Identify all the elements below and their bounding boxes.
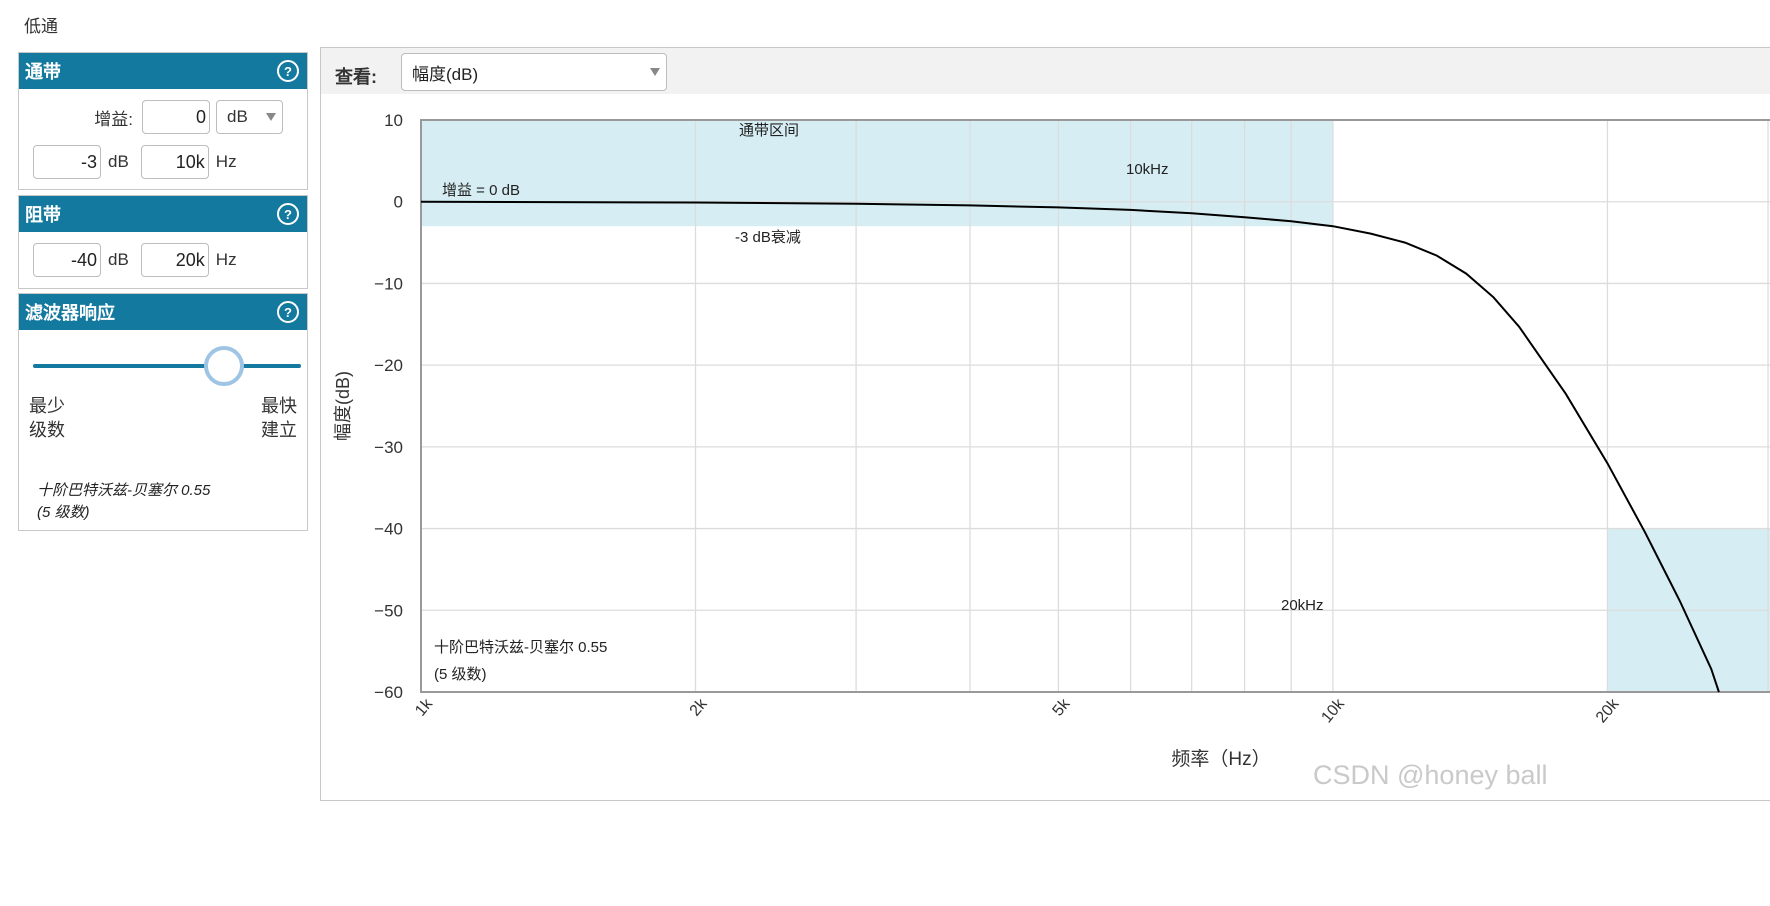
response-title: 滤波器响应 <box>25 303 115 323</box>
slider-right-label-2: 建立 <box>261 420 297 440</box>
filter-stages-label: (5 级数) <box>434 666 487 683</box>
freq-20k-label: 20kHz <box>1281 597 1324 614</box>
y-axis-title: 幅度(dB) <box>333 371 353 441</box>
x-tick-label: 2k <box>687 695 712 720</box>
stopband-title: 阻带 <box>25 205 61 225</box>
response-slider-handle[interactable] <box>204 346 244 386</box>
stopband-atten-input[interactable]: -40 <box>33 243 101 277</box>
passband-panel: 通带 ? 增益: 0 dB -3 dB 10k Hz <box>18 52 308 190</box>
gain-unit-value: dB <box>227 107 248 126</box>
passband-freq-input[interactable]: 10k <box>140 145 209 179</box>
response-panel: 滤波器响应 ? 最少 级数 最快 建立 十阶巴特沃兹-贝塞尔 0.55 (5 级… <box>18 293 308 531</box>
stopband-freq-unit: Hz <box>215 250 237 269</box>
y-tick-label: −50 <box>374 601 403 620</box>
passband-header: 通带 ? <box>19 53 307 89</box>
y-tick-label: 10 <box>384 111 403 130</box>
filter-desc-name: 十阶巴特沃兹-贝塞尔 0.55 <box>37 482 211 499</box>
x-tick-label: 10k <box>1318 695 1348 726</box>
help-icon[interactable]: ? <box>277 301 299 323</box>
stopband-header: 阻带 ? <box>19 196 307 232</box>
y-tick-label: −60 <box>374 683 403 702</box>
stopband-freq-input[interactable]: 20k <box>140 243 209 277</box>
gain-unit-select[interactable]: dB <box>216 100 283 134</box>
stopband-atten-unit: dB <box>108 250 129 269</box>
help-icon[interactable]: ? <box>277 203 299 225</box>
response-header: 滤波器响应 ? <box>19 294 307 330</box>
stopband-panel: 阻带 ? -40 dB 20k Hz <box>18 195 308 289</box>
x-tick-label: 1k <box>412 695 437 720</box>
passband-atten-unit: dB <box>108 152 129 171</box>
passband-region-label: 通带区间 <box>739 122 799 139</box>
watermark: CSDN @honey ball <box>1313 760 1548 790</box>
filter-desc-stages: (5 级数) <box>37 504 90 521</box>
freq-10k-label: 10kHz <box>1126 161 1169 178</box>
magnitude-chart: 100−10−20−30−40−50−60 1k 2k 5k 10k 20k 通带区间 … <box>333 111 1770 770</box>
passband-atten-input[interactable]: -3 <box>33 145 101 179</box>
gain-note-label: 增益 = 0 dB <box>442 182 520 199</box>
passband-title: 通带 <box>25 62 61 82</box>
slider-right-label-1: 最快 <box>261 396 297 416</box>
page-title: 低通 <box>24 17 58 36</box>
slider-left-label-1: 最少 <box>29 396 65 416</box>
x-tick-label: 5k <box>1050 695 1075 720</box>
y-tick-label: −40 <box>374 520 403 539</box>
atten-note-label: -3 dB衰减 <box>735 229 801 246</box>
x-tick-label: 20k <box>1593 695 1623 726</box>
chart-area: 查看: 幅度(dB) 10 0 −10 −20 −30 −40 −50 −60 1k 2k 5k 1… <box>320 47 1770 801</box>
y-tick-label: −20 <box>374 356 403 375</box>
passband-freq-unit: Hz <box>215 152 237 171</box>
slider-left-label-2: 级数 <box>29 420 65 440</box>
help-icon[interactable]: ? <box>277 60 299 82</box>
passband-region <box>421 120 1333 227</box>
chevron-down-icon <box>266 113 276 121</box>
y-tick-label: −10 <box>374 274 403 293</box>
y-tick-label: 0 <box>394 193 403 212</box>
y-tick-label: −30 <box>374 438 403 457</box>
filter-name-label: 十阶巴特沃兹-贝塞尔 0.55 <box>434 638 607 656</box>
x-axis-title: 频率（Hz） <box>1171 748 1270 770</box>
gain-input[interactable]: 0 <box>142 100 210 134</box>
response-slider-track[interactable] <box>33 364 301 368</box>
gain-label: 增益: <box>94 109 133 129</box>
